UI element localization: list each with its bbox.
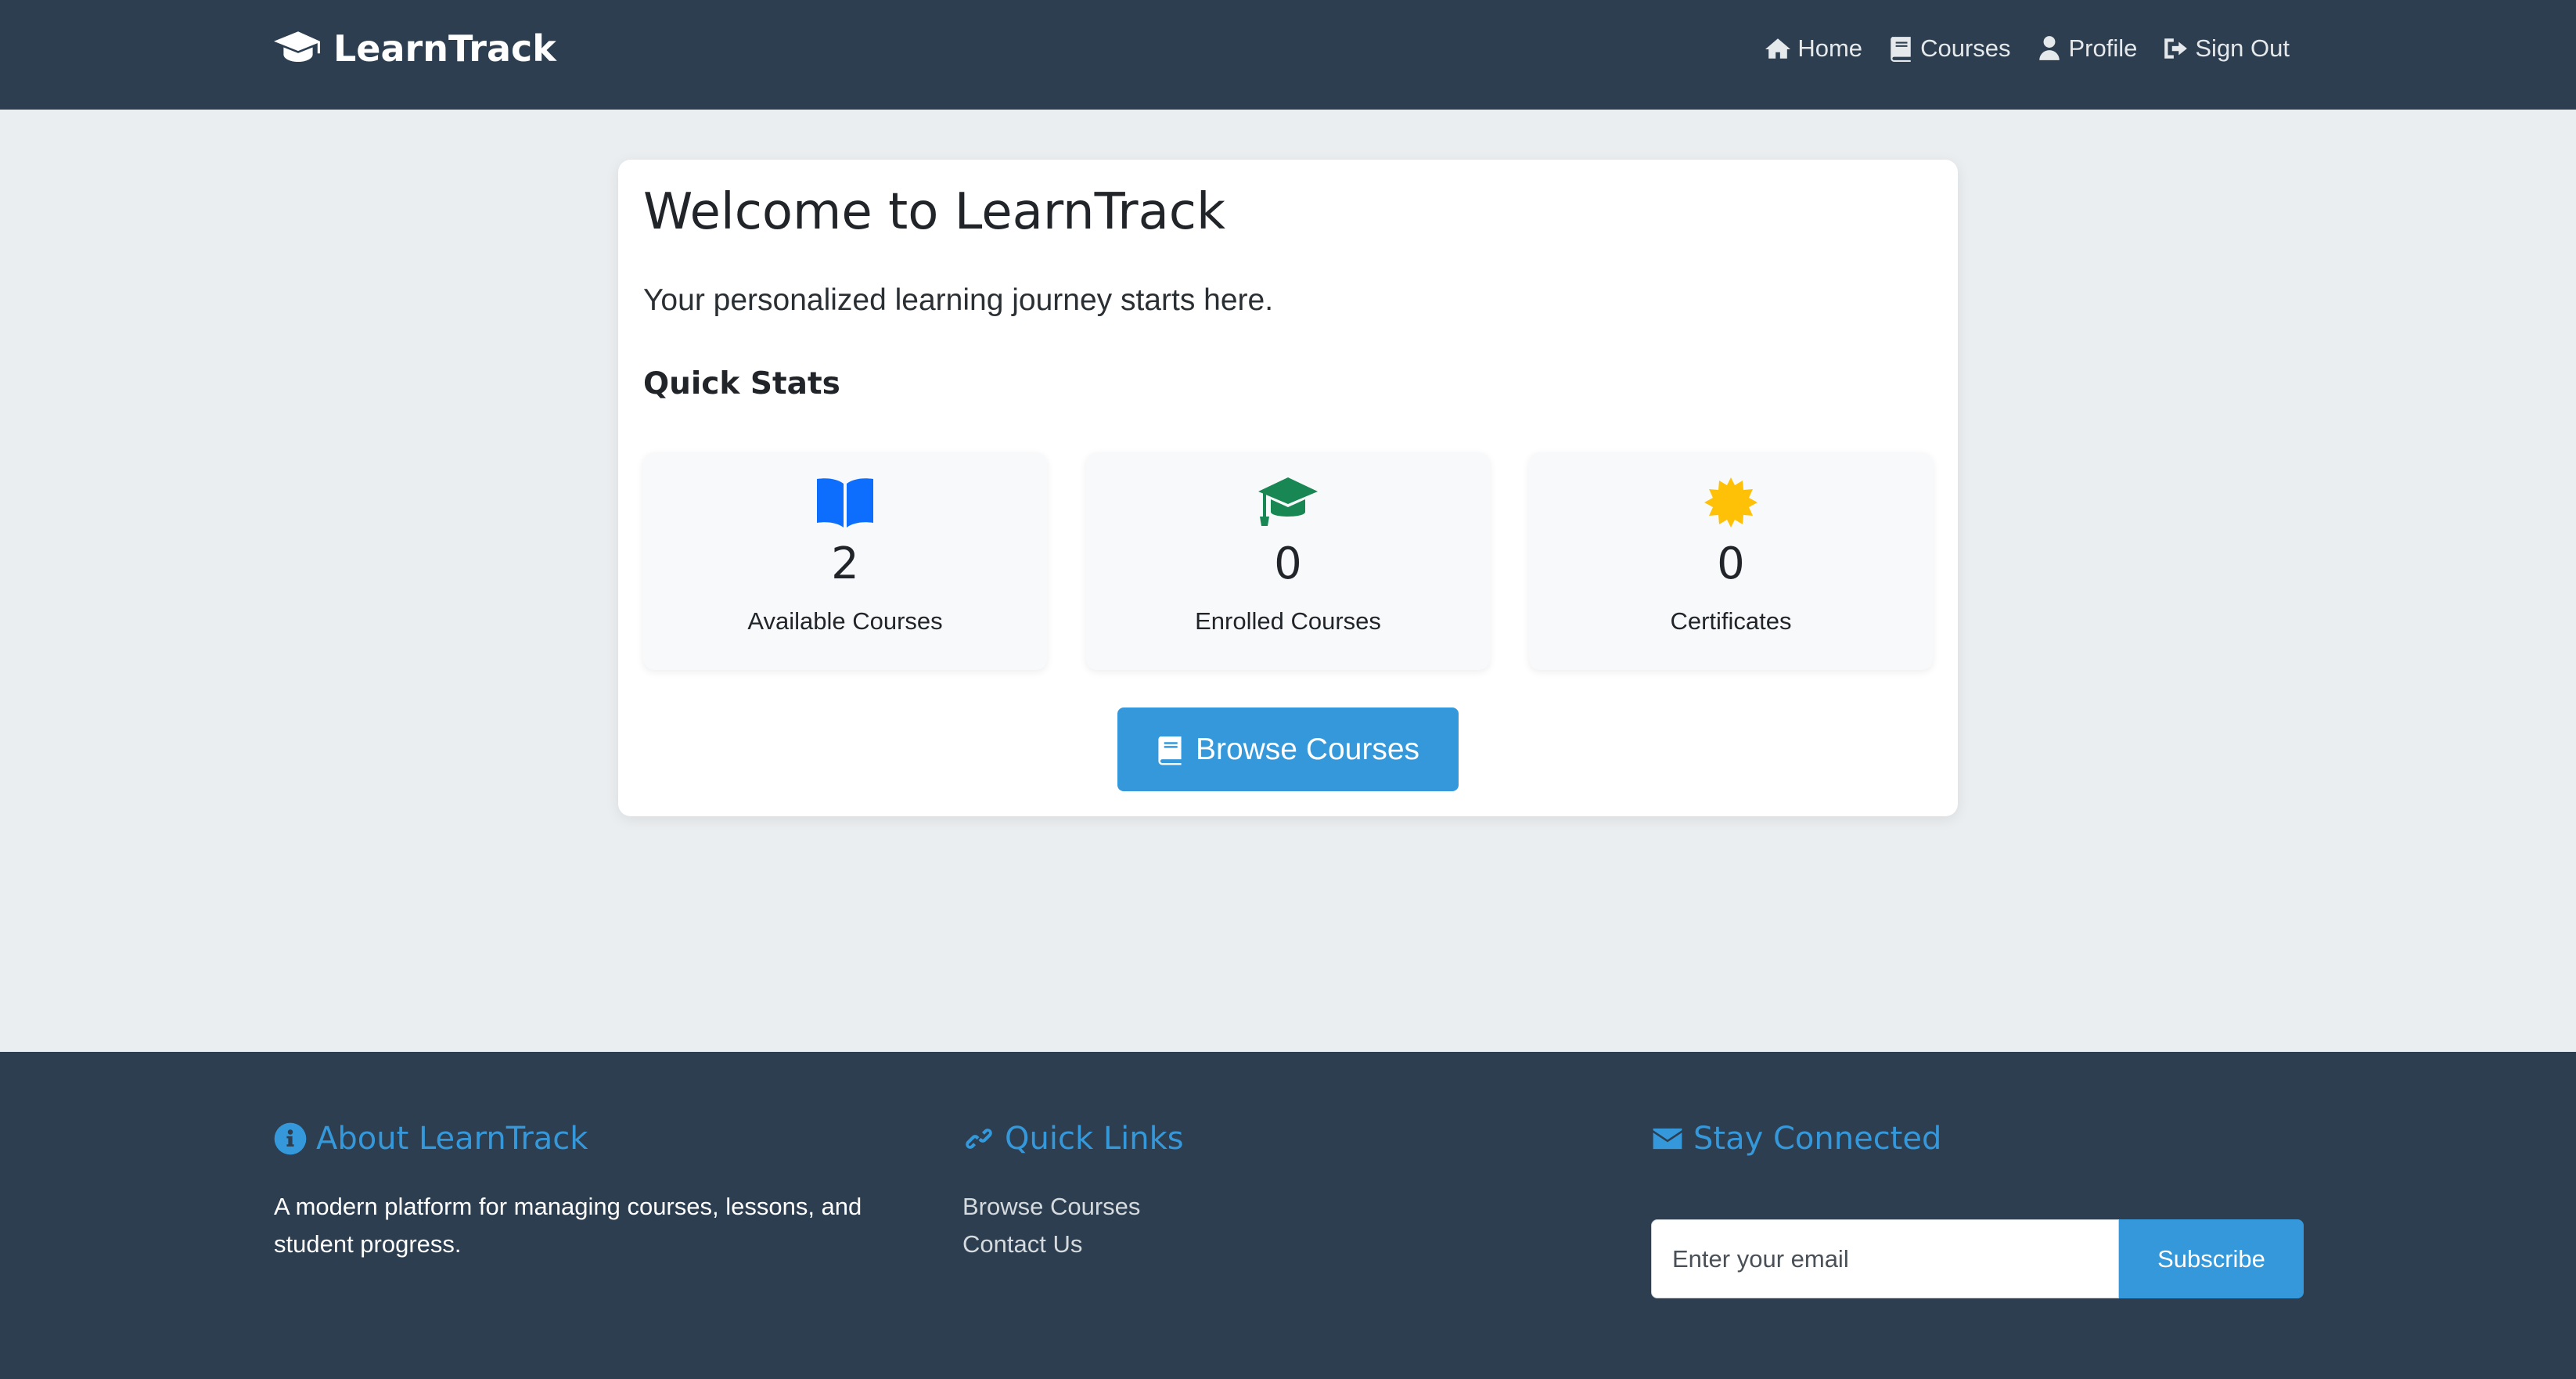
- nav-profile[interactable]: Profile: [2036, 34, 2138, 63]
- email-input[interactable]: [1651, 1219, 2119, 1298]
- stat-label-enrolled-courses: Enrolled Courses: [1195, 607, 1381, 635]
- browse-courses-button[interactable]: Browse Courses: [1117, 708, 1459, 791]
- quick-links-heading: Quick Links: [962, 1121, 1510, 1157]
- sign-out-icon: [2164, 38, 2188, 59]
- quick-stats-heading: Quick Stats: [643, 366, 840, 401]
- open-book-icon: [817, 478, 873, 527]
- book-icon: [1891, 37, 1911, 62]
- info-circle-icon: [274, 1122, 307, 1155]
- nav-home-label: Home: [1797, 34, 1863, 62]
- link-icon: [966, 1129, 992, 1149]
- stat-value-available-courses: 2: [831, 538, 859, 589]
- stat-label-certificates: Certificates: [1670, 607, 1792, 635]
- home-icon: [1765, 38, 1791, 59]
- quick-links-list: Browse Courses Contact Us: [962, 1188, 1510, 1263]
- browse-courses-label: Browse Courses: [1195, 732, 1420, 766]
- nav-profile-label: Profile: [2068, 34, 2138, 62]
- graduation-cap-icon: [274, 28, 322, 69]
- stat-card-enrolled-courses: 0 Enrolled Courses: [1086, 452, 1490, 670]
- quick-links-heading-text: Quick Links: [1005, 1121, 1184, 1157]
- envelope-icon: [1653, 1128, 1682, 1150]
- subscribe-button[interactable]: Subscribe: [2119, 1219, 2304, 1298]
- stay-connected-heading-text: Stay Connected: [1693, 1121, 1942, 1157]
- stat-card-available-courses: 2 Available Courses: [643, 452, 1047, 670]
- nav-menu: Home Courses Profile Sign Out: [1765, 30, 2290, 67]
- stat-card-certificates: 0 Certificates: [1529, 452, 1933, 670]
- footer-link-contact-us[interactable]: Contact Us: [962, 1226, 1510, 1263]
- graduation-cap-icon: [1258, 477, 1318, 526]
- brand-link[interactable]: LearnTrack: [274, 27, 556, 70]
- nav-courses-label: Courses: [1920, 34, 2011, 62]
- user-icon: [2038, 36, 2060, 60]
- about-heading-text: About LearnTrack: [316, 1121, 588, 1157]
- certificate-icon: [1704, 477, 1758, 527]
- welcome-card: Welcome to LearnTrack Your personalized …: [618, 160, 1958, 816]
- subscribe-form: Subscribe: [1651, 1219, 2304, 1298]
- footer-stay-connected: Stay Connected Subscribe: [1651, 1121, 2304, 1309]
- brand-name: LearnTrack: [333, 27, 556, 70]
- lead-text: Your personalized learning journey start…: [643, 283, 1274, 317]
- footer-link-browse-courses[interactable]: Browse Courses: [962, 1188, 1510, 1226]
- stay-connected-heading: Stay Connected: [1651, 1121, 2304, 1157]
- nav-sign-out-label: Sign Out: [2195, 34, 2290, 62]
- footer-quick-links: Quick Links Browse Courses Contact Us: [962, 1121, 1510, 1263]
- stat-label-available-courses: Available Courses: [747, 607, 943, 635]
- nav-sign-out[interactable]: Sign Out: [2162, 34, 2290, 63]
- footer-about: About LearnTrack A modern platform for m…: [274, 1121, 900, 1263]
- page-title: Welcome to LearnTrack: [643, 183, 1226, 241]
- about-text: A modern platform for managing courses, …: [274, 1193, 862, 1258]
- book-icon: [1158, 736, 1182, 765]
- stat-value-certificates: 0: [1717, 538, 1745, 589]
- nav-home[interactable]: Home: [1765, 34, 1862, 63]
- stat-value-enrolled-courses: 0: [1274, 538, 1302, 589]
- footer: About LearnTrack A modern platform for m…: [0, 1052, 2576, 1379]
- nav-courses[interactable]: Courses: [1887, 34, 2011, 63]
- navbar: LearnTrack Home Courses Profile Sign Out: [0, 0, 2576, 110]
- about-heading: About LearnTrack: [274, 1121, 900, 1157]
